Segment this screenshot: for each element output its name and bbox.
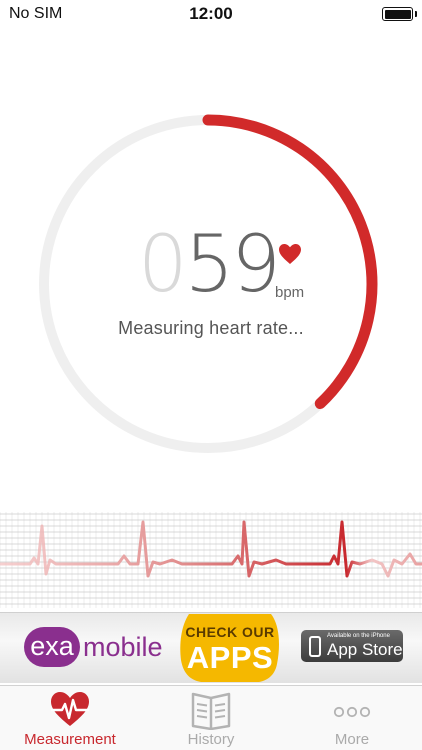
apps-text: APPS	[186, 640, 274, 675]
heart-pulse-icon	[51, 692, 89, 726]
exa-mobile-text: mobile	[83, 632, 163, 662]
ecg-grid	[0, 512, 422, 608]
battery-icon	[382, 7, 413, 21]
heart-icon	[279, 244, 301, 264]
ecg-strip	[0, 512, 422, 608]
book-icon	[191, 692, 231, 730]
measuring-status-text: Measuring heart rate...	[118, 318, 304, 338]
tab-history[interactable]: History	[140, 686, 282, 750]
tab-more-label: More	[334, 731, 370, 748]
app-store-label: App Store	[327, 640, 403, 659]
more-dots-icon	[333, 706, 371, 718]
bpm-leading-digit: 0	[138, 220, 188, 310]
tab-more[interactable]: More	[282, 686, 422, 750]
bpm-readout: 059	[138, 226, 281, 304]
app-store-button[interactable]: Available on the iPhone App Store	[301, 630, 403, 662]
tab-bar: Measurement History More	[0, 685, 422, 750]
status-time: 12:00	[189, 4, 233, 23]
bpm-unit-label: bpm	[275, 284, 305, 301]
status-bar: No SIM 12:00	[0, 0, 422, 28]
app-store-available-text: Available on the iPhone	[327, 633, 390, 639]
tab-measurement-label: Measurement	[24, 731, 116, 748]
tab-history-label: History	[187, 731, 235, 748]
battery-cap	[415, 11, 417, 17]
bpm-value: 59	[184, 220, 281, 310]
tab-measurement[interactable]: Measurement	[0, 686, 140, 750]
check-our-text: CHECK OUR	[185, 624, 275, 640]
exa-logo: exa	[24, 627, 80, 667]
iphone-icon	[309, 636, 321, 657]
